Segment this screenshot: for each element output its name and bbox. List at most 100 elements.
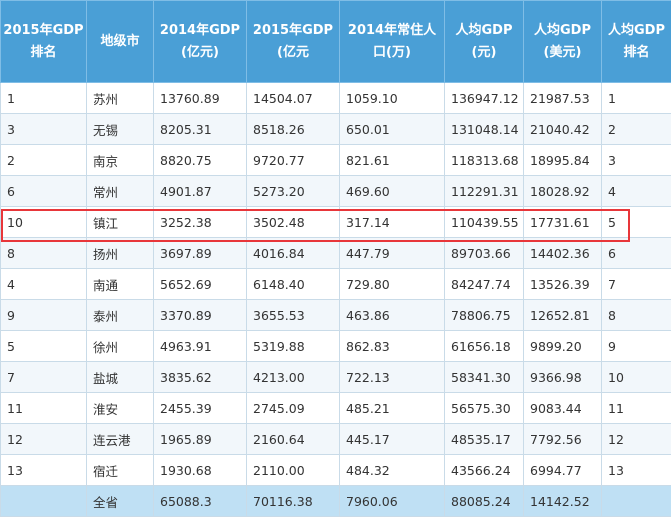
header-population-2014: 2014年常住人口(万) [339, 0, 445, 83]
per-capita-yuan-cell: 84247.74 [444, 268, 524, 300]
per-capita-rank-cell: 2 [601, 113, 671, 145]
header-city: 地级市 [86, 0, 154, 83]
population-cell: 821.61 [339, 144, 445, 176]
population-cell: 1059.10 [339, 82, 445, 114]
gdp-2014-cell: 2455.39 [153, 392, 247, 424]
population-cell: 469.60 [339, 175, 445, 207]
per-capita-yuan-cell: 118313.68 [444, 144, 524, 176]
gdp-2014-cell: 3835.62 [153, 361, 247, 393]
city-cell: 常州 [86, 175, 154, 207]
per-capita-usd-cell: 7792.56 [523, 423, 602, 455]
table-row: 6 常州 4901.87 5273.20 469.60 112291.31 18028.92… [0, 175, 671, 207]
header-per-capita-rank: 人均GDP排名 [601, 0, 671, 83]
gdp-rank-cell: 12 [0, 423, 87, 455]
header-gdp-2014: 2014年GDP(亿元) [153, 0, 247, 83]
city-cell: 徐州 [86, 330, 154, 362]
per-capita-yuan-cell: 48535.17 [444, 423, 524, 455]
header-per-capita-gdp-yuan: 人均GDP(元) [444, 0, 524, 83]
per-capita-yuan-cell: 56575.30 [444, 392, 524, 424]
population-cell: 484.32 [339, 454, 445, 486]
per-capita-rank-cell: 4 [601, 175, 671, 207]
header-per-capita-gdp-usd: 人均GDP(美元) [523, 0, 602, 83]
per-capita-rank-cell: 12 [601, 423, 671, 455]
city-cell: 南通 [86, 268, 154, 300]
city-cell: 苏州 [86, 82, 154, 114]
city-cell: 扬州 [86, 237, 154, 269]
per-capita-usd-cell: 21987.53 [523, 82, 602, 114]
header-gdp-2015: 2015年GDP(亿元 [246, 0, 340, 83]
per-capita-usd-cell: 9366.98 [523, 361, 602, 393]
city-cell: 镇江 [86, 206, 154, 238]
per-capita-usd-cell: 12652.81 [523, 299, 602, 331]
gdp-2015-cell: 4213.00 [246, 361, 340, 393]
city-cell: 南京 [86, 144, 154, 176]
gdp-2014-cell: 1930.68 [153, 454, 247, 486]
per-capita-yuan-cell: 58341.30 [444, 361, 524, 393]
gdp-rank-cell: 13 [0, 454, 87, 486]
per-capita-yuan-cell: 43566.24 [444, 454, 524, 486]
gdp-2014-cell: 3252.38 [153, 206, 247, 238]
per-capita-usd-cell: 9083.44 [523, 392, 602, 424]
gdp-2014-cell: 5652.69 [153, 268, 247, 300]
total-per-capita-yuan-cell: 88085.24 [444, 485, 524, 517]
header-gdp-rank-2015: 2015年GDP排名 [0, 0, 87, 83]
gdp-2015-cell: 4016.84 [246, 237, 340, 269]
population-cell: 650.01 [339, 113, 445, 145]
gdp-2015-cell: 2110.00 [246, 454, 340, 486]
city-cell: 泰州 [86, 299, 154, 331]
per-capita-usd-cell: 21040.42 [523, 113, 602, 145]
gdp-2015-cell: 6148.40 [246, 268, 340, 300]
gdp-2014-cell: 8205.31 [153, 113, 247, 145]
per-capita-rank-cell: 6 [601, 237, 671, 269]
gdp-rank-cell: 5 [0, 330, 87, 362]
per-capita-rank-cell: 11 [601, 392, 671, 424]
city-cell: 连云港 [86, 423, 154, 455]
per-capita-yuan-cell: 89703.66 [444, 237, 524, 269]
gdp-2015-cell: 14504.07 [246, 82, 340, 114]
gdp-2014-cell: 13760.89 [153, 82, 247, 114]
header-row: 2015年GDP排名 地级市 2014年GDP(亿元) 2015年GDP(亿元 … [0, 0, 671, 83]
table-row: 13 宿迁 1930.68 2110.00 484.32 43566.24 6994.77 1… [0, 454, 671, 486]
total-gdp-2014-cell: 65088.3 [153, 485, 247, 517]
gdp-2014-cell: 1965.89 [153, 423, 247, 455]
table-row: 10 镇江 3252.38 3502.48 317.14 110439.55 17731.6… [0, 206, 671, 238]
per-capita-rank-cell: 9 [601, 330, 671, 362]
gdp-rank-cell: 9 [0, 299, 87, 331]
table-row: 7 盐城 3835.62 4213.00 722.13 58341.30 9366.98 10 [0, 361, 671, 393]
gdp-2015-cell: 3655.53 [246, 299, 340, 331]
per-capita-rank-cell: 13 [601, 454, 671, 486]
city-cell: 盐城 [86, 361, 154, 393]
gdp-rank-cell: 1 [0, 82, 87, 114]
per-capita-usd-cell: 13526.39 [523, 268, 602, 300]
city-cell: 宿迁 [86, 454, 154, 486]
population-cell: 862.83 [339, 330, 445, 362]
table-body: 1 苏州 13760.89 14504.07 1059.10 136947.12 21987… [0, 82, 671, 517]
gdp-rank-cell: 2 [0, 144, 87, 176]
per-capita-rank-cell: 5 [601, 206, 671, 238]
per-capita-usd-cell: 6994.77 [523, 454, 602, 486]
table-row: 4 南通 5652.69 6148.40 729.80 84247.74 13526.39 7 [0, 268, 671, 300]
population-cell: 445.17 [339, 423, 445, 455]
per-capita-usd-cell: 18028.92 [523, 175, 602, 207]
gdp-rank-cell: 8 [0, 237, 87, 269]
gdp-2014-cell: 8820.75 [153, 144, 247, 176]
population-cell: 447.79 [339, 237, 445, 269]
per-capita-yuan-cell: 136947.12 [444, 82, 524, 114]
gdp-2014-cell: 4963.91 [153, 330, 247, 362]
per-capita-rank-cell: 8 [601, 299, 671, 331]
per-capita-yuan-cell: 112291.31 [444, 175, 524, 207]
total-city-cell: 全省 [86, 485, 154, 517]
gdp-2014-cell: 4901.87 [153, 175, 247, 207]
gdp-2015-cell: 8518.26 [246, 113, 340, 145]
gdp-rank-cell: 4 [0, 268, 87, 300]
total-per-capita-rank-cell [601, 485, 671, 517]
table-row: 12 连云港 1965.89 2160.64 445.17 48535.17 7792.56… [0, 423, 671, 455]
per-capita-rank-cell: 10 [601, 361, 671, 393]
table-row: 8 扬州 3697.89 4016.84 447.79 89703.66 14402.36 6 [0, 237, 671, 269]
gdp-2015-cell: 5273.20 [246, 175, 340, 207]
per-capita-yuan-cell: 110439.55 [444, 206, 524, 238]
total-gdp-2015-cell: 70116.38 [246, 485, 340, 517]
gdp-2015-cell: 3502.48 [246, 206, 340, 238]
population-cell: 729.80 [339, 268, 445, 300]
per-capita-rank-cell: 1 [601, 82, 671, 114]
